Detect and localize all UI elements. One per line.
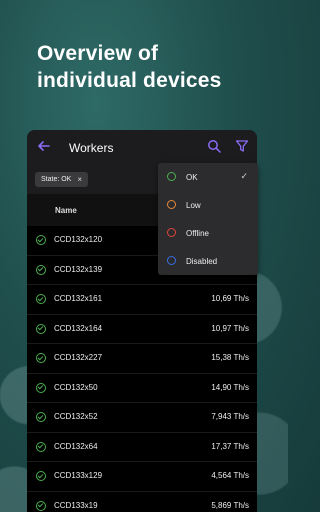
worker-name: CCD132x50: [54, 382, 98, 392]
worker-name: CCD132x52: [54, 412, 98, 421]
state-filter-menu: OK ✓ Low Offline Disabled: [158, 163, 258, 275]
menu-item-label: OK: [186, 173, 198, 182]
check-icon: ✓: [240, 171, 248, 181]
worker-hashrate: 14,90 Th/s: [211, 382, 249, 392]
menu-item-offline[interactable]: Offline: [158, 219, 258, 247]
search-icon[interactable]: [207, 139, 221, 153]
worker-name: CCD132x139: [54, 264, 103, 274]
status-ok-icon: [36, 500, 46, 511]
worker-hashrate: 10,97 Th/s: [211, 323, 249, 333]
table-row[interactable]: CCD133x19 5,869 Th/s: [27, 491, 257, 512]
worker-name: CCD133x129: [54, 471, 103, 480]
table-row[interactable]: CCD132x164 10,97 Th/s: [27, 314, 257, 344]
ok-status-icon: [167, 172, 176, 181]
status-ok-icon: [36, 382, 46, 393]
table-row[interactable]: CCD132x161 10,69 Th/s: [27, 285, 257, 315]
status-ok-icon: [36, 412, 46, 422]
worker-hashrate: 7,943 Th/s: [211, 412, 249, 421]
menu-item-label: Low: [186, 201, 201, 210]
worker-hashrate: 4,564 Th/s: [211, 471, 249, 480]
offline-status-icon: [167, 228, 176, 237]
menu-item-label: Disabled: [186, 257, 218, 266]
worker-name: CCD132x161: [54, 294, 103, 303]
menu-item-low[interactable]: Low: [158, 191, 258, 219]
headline-line-1: Overview of: [37, 42, 159, 65]
status-ok-icon: [36, 353, 46, 363]
worker-name: CCD132x64: [54, 441, 98, 451]
filter-icon[interactable]: [235, 139, 249, 153]
table-row[interactable]: CCD132x64 17,37 Th/s: [27, 432, 257, 462]
menu-item-disabled[interactable]: Disabled: [158, 247, 258, 275]
worker-hashrate: 10,69 Th/s: [211, 294, 249, 303]
status-ok-icon: [36, 235, 46, 245]
status-ok-icon: [36, 264, 46, 275]
column-header-name[interactable]: Name: [55, 206, 77, 215]
low-status-icon: [167, 200, 176, 209]
page-title: Workers: [69, 141, 114, 155]
headline-line-2: individual devices: [37, 69, 222, 92]
worker-name: CCD133x19: [54, 500, 98, 510]
headline: Overview of individual devices: [37, 40, 267, 94]
chip-label: State: OK: [41, 176, 72, 183]
table-row[interactable]: CCD132x52 7,943 Th/s: [27, 403, 257, 433]
status-ok-icon: [36, 294, 46, 304]
worker-hashrate: 17,37 Th/s: [211, 441, 249, 451]
state-filter-chip[interactable]: State: OK ×: [35, 172, 89, 187]
worker-hashrate: 5,869 Th/s: [211, 500, 249, 510]
worker-name: CCD132x227: [54, 353, 103, 362]
worker-hashrate: 15,38 Th/s: [211, 353, 249, 362]
app-bar: Workers: [27, 130, 257, 164]
worker-name: CCD132x120: [54, 235, 103, 244]
table-row[interactable]: CCD132x227 15,38 Th/s: [27, 344, 257, 374]
back-arrow-icon[interactable]: [37, 139, 51, 153]
worker-name: CCD132x164: [54, 323, 103, 333]
status-ok-icon: [36, 441, 46, 452]
disabled-status-icon: [167, 256, 176, 265]
table-row[interactable]: CCD133x129 4,564 Th/s: [27, 462, 257, 492]
chip-close-icon[interactable]: ×: [77, 172, 82, 187]
menu-item-ok[interactable]: OK ✓: [158, 163, 258, 191]
status-ok-icon: [36, 471, 46, 481]
status-ok-icon: [36, 323, 46, 334]
menu-item-label: Offline: [186, 229, 209, 238]
table-row[interactable]: CCD132x50 14,90 Th/s: [27, 373, 257, 403]
